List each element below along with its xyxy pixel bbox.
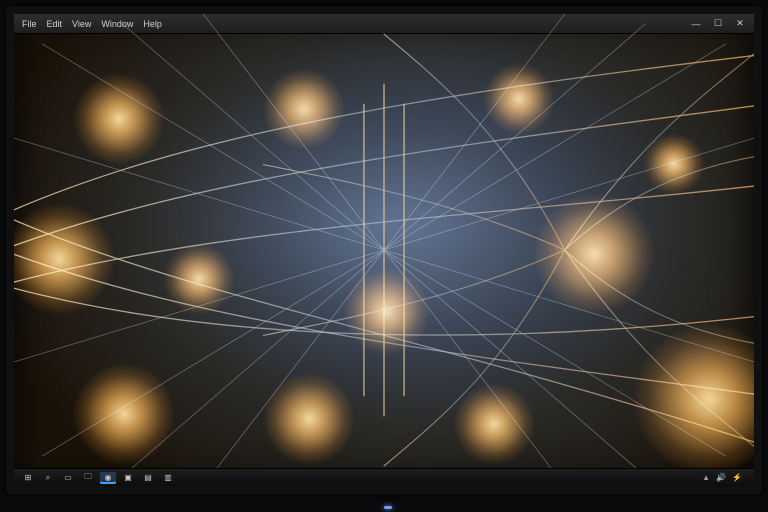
tray-power-icon[interactable]: ⚡ [732,473,742,482]
monitor-frame: File Edit View Window Help — ☐ ✕ [0,0,768,512]
display-area: File Edit View Window Help — ☐ ✕ [6,6,762,494]
taskbar: ⊞ ⌕ ▭ 🗀 ◉ ▣ ▤ ▥ ▲ 🔊 ⚡ [14,468,754,486]
app2-icon[interactable]: ▤ [140,472,156,484]
app3-icon[interactable]: ▥ [160,472,176,484]
wallpaper-artwork [14,14,754,486]
app-icon[interactable]: ▣ [120,472,136,484]
explorer-icon[interactable]: 🗀 [80,472,96,484]
task-view-icon[interactable]: ▭ [60,472,76,484]
browser-icon[interactable]: ◉ [100,472,116,484]
start-icon[interactable]: ⊞ [20,472,36,484]
tray-overflow-icon[interactable]: ▲ [702,473,710,482]
search-icon[interactable]: ⌕ [40,472,56,484]
tray-volume-icon[interactable]: 🔊 [716,473,726,482]
monitor-power-led-icon [384,506,392,509]
system-tray: ▲ 🔊 ⚡ [702,473,748,482]
